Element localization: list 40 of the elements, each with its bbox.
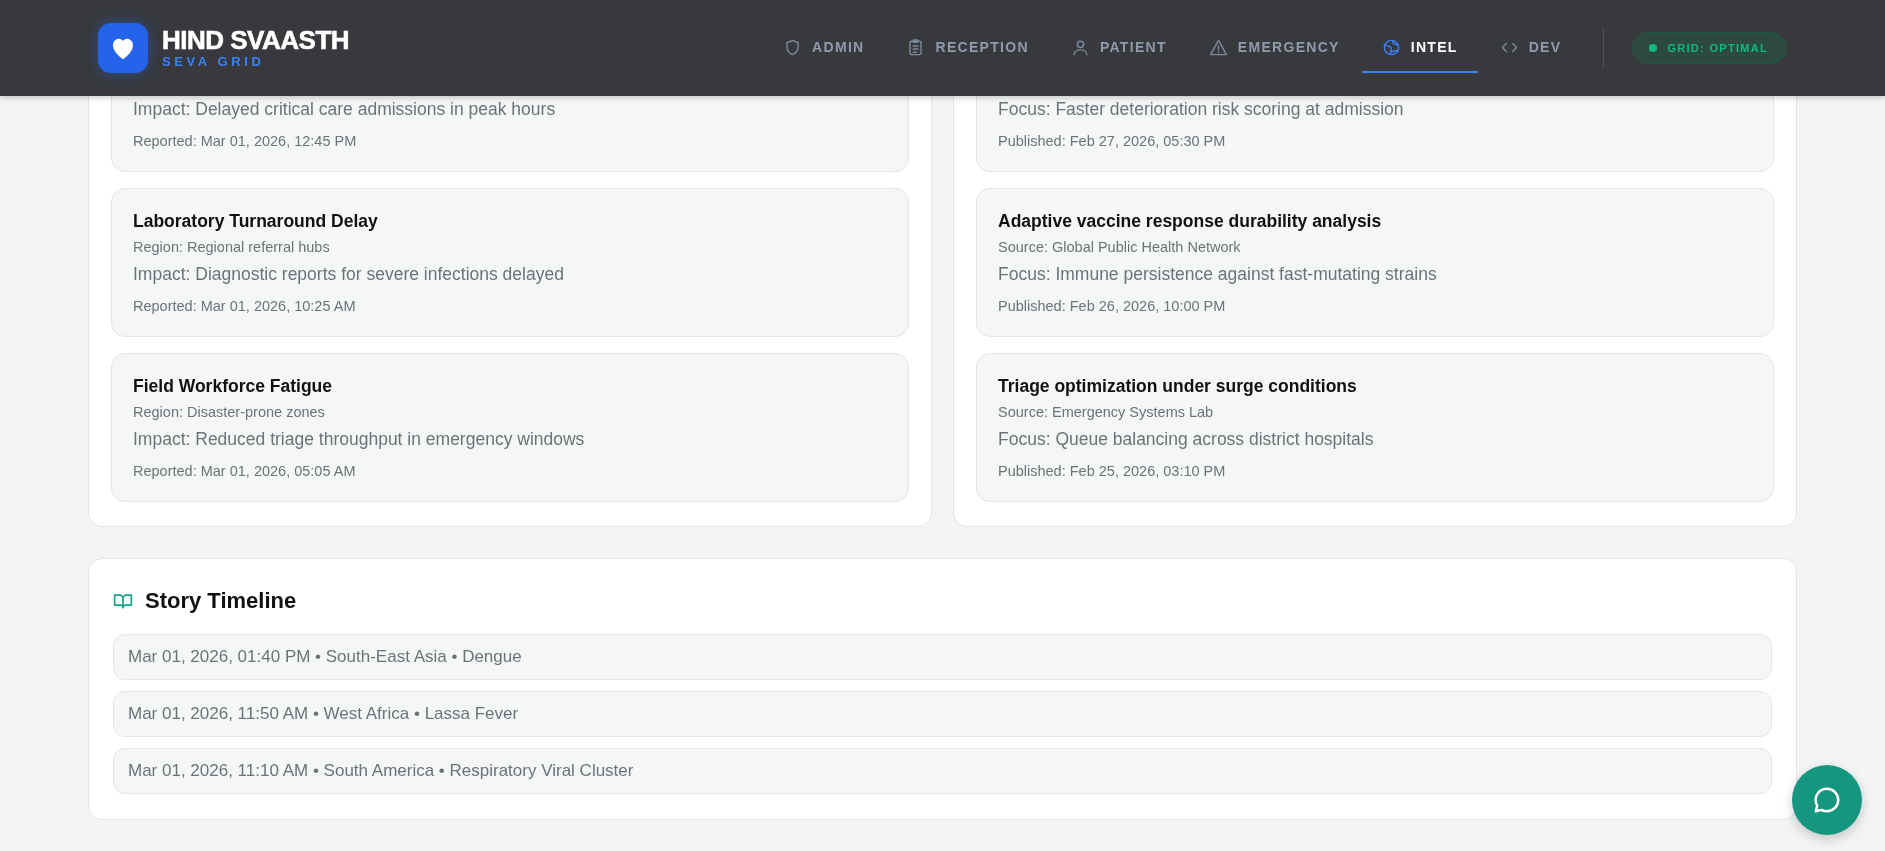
card-title: Adaptive vaccine response durability analysis	[998, 210, 1383, 232]
card-date: Published: Feb 26, 2026, 10:00 PM	[998, 297, 1227, 315]
card-date: Reported: Mar 01, 2026, 05:05 AM	[133, 462, 357, 480]
timeline-entry: Mar 01, 2026, 11:10 AM • South America • Respiratory Viral Cluster	[113, 748, 1772, 794]
card-meta: Region: Regional referral hubs	[133, 238, 331, 256]
status-dot	[1649, 44, 1658, 52]
timeline-entry: Mar 01, 2026, 11:50 AM • West Africa • Lassa Fever	[113, 691, 1772, 737]
brand-title: HIND SVAASTH	[162, 26, 350, 54]
chat-button[interactable]	[1792, 765, 1862, 835]
card-detail: Focus: Queue balancing across district hospitals	[998, 428, 1375, 450]
nav-tab[interactable]: PATIENT	[1050, 23, 1187, 73]
card-detail: Impact: Diagnostic reports for severe infections delayed	[133, 263, 565, 285]
card-date: Published: Feb 25, 2026, 03:10 PM	[998, 462, 1227, 480]
nav-tab[interactable]: INTEL	[1361, 23, 1478, 73]
globe-icon	[1381, 37, 1401, 57]
chat-icon	[1812, 785, 1842, 815]
card-title: Triage optimization under surge conditions	[998, 375, 1358, 397]
brand-subtitle: SEVA GRID	[162, 54, 266, 70]
nav-tab[interactable]: ADMIN	[763, 23, 885, 73]
card-title: Field Workforce Fatigue	[133, 375, 333, 397]
card-detail: Impact: Delayed critical care admissions in peak hours	[133, 98, 557, 120]
card-date: Published: Feb 27, 2026, 05:30 PM	[998, 132, 1227, 150]
card-meta: Region: Disaster-prone zones	[133, 403, 326, 421]
card-title: Laboratory Turnaround Delay	[133, 210, 379, 232]
user-icon	[1070, 37, 1090, 57]
timeline-entry: Mar 01, 2026, 01:40 PM • South-East Asia • Dengue	[113, 634, 1772, 680]
card-detail: Focus: Faster deterioration risk scoring at admission	[998, 98, 1405, 120]
nav-tab[interactable]: DEV	[1479, 23, 1582, 73]
card-meta: Source: Global Public Health Network	[998, 238, 1242, 256]
nav-tab[interactable]: RECEPTION	[886, 23, 1049, 73]
status-badge: GRID: OPTIMAL	[1632, 32, 1787, 64]
card-date: Reported: Mar 01, 2026, 12:45 PM	[133, 132, 358, 150]
section-title: Story Timeline	[145, 588, 297, 614]
card-meta: Source: Emergency Systems Lab	[998, 403, 1215, 421]
card-detail: Impact: Reduced triage throughput in emergency windows	[133, 428, 586, 450]
card-detail: Focus: Immune persistence against fast-mutating strains	[998, 263, 1438, 285]
book-icon	[113, 591, 133, 611]
card-date: Reported: Mar 01, 2026, 10:25 AM	[133, 297, 357, 315]
warning-icon	[1208, 37, 1228, 57]
nav-tab[interactable]: EMERGENCY	[1188, 23, 1360, 73]
